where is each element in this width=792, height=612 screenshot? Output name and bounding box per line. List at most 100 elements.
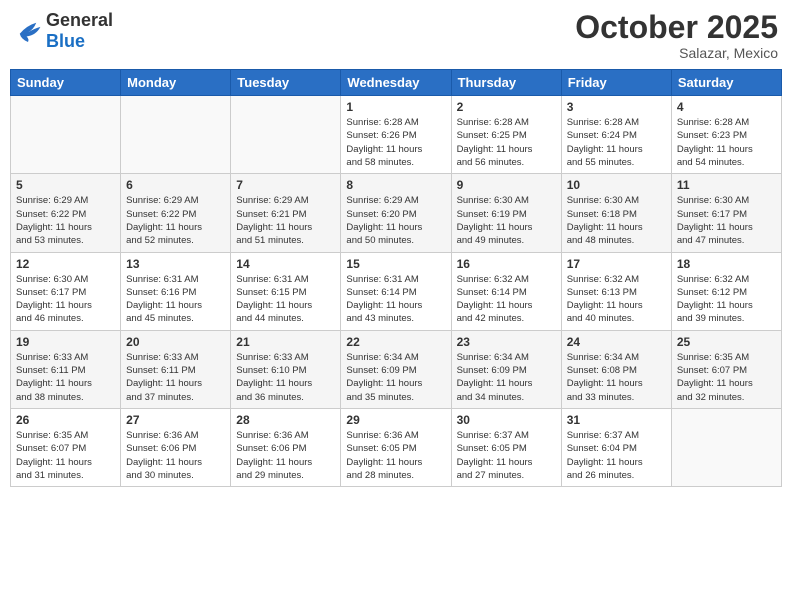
calendar-day-cell: 13 Sunrise: 6:31 AM Sunset: 6:16 PM Dayli… [121,252,231,330]
day-info: Sunrise: 6:29 AM Sunset: 6:21 PM Dayligh… [236,194,335,247]
calendar-day-cell: 5 Sunrise: 6:29 AM Sunset: 6:22 PM Daylig… [11,174,121,252]
weekday-header: Thursday [451,70,561,96]
calendar-day-cell: 21 Sunrise: 6:33 AM Sunset: 6:10 PM Dayli… [231,330,341,408]
calendar-day-cell [231,96,341,174]
calendar-day-cell: 14 Sunrise: 6:31 AM Sunset: 6:15 PM Dayli… [231,252,341,330]
day-number: 6 [126,178,225,192]
weekday-header: Saturday [671,70,781,96]
day-number: 31 [567,413,666,427]
day-number: 20 [126,335,225,349]
day-number: 27 [126,413,225,427]
day-info: Sunrise: 6:28 AM Sunset: 6:24 PM Dayligh… [567,116,666,169]
calendar-day-cell: 26 Sunrise: 6:35 AM Sunset: 6:07 PM Dayli… [11,408,121,486]
day-info: Sunrise: 6:35 AM Sunset: 6:07 PM Dayligh… [677,351,776,404]
day-info: Sunrise: 6:31 AM Sunset: 6:16 PM Dayligh… [126,273,225,326]
calendar-day-cell: 15 Sunrise: 6:31 AM Sunset: 6:14 PM Dayli… [341,252,451,330]
day-info: Sunrise: 6:29 AM Sunset: 6:20 PM Dayligh… [346,194,445,247]
day-info: Sunrise: 6:30 AM Sunset: 6:17 PM Dayligh… [16,273,115,326]
calendar-table: SundayMondayTuesdayWednesdayThursdayFrid… [10,69,782,487]
weekday-header: Monday [121,70,231,96]
day-number: 16 [457,257,556,271]
day-number: 1 [346,100,445,114]
weekday-header: Tuesday [231,70,341,96]
day-number: 11 [677,178,776,192]
day-info: Sunrise: 6:32 AM Sunset: 6:12 PM Dayligh… [677,273,776,326]
calendar-day-cell: 9Sunrise: 6:30 AM Sunset: 6:19 PM Daylig… [451,174,561,252]
day-info: Sunrise: 6:29 AM Sunset: 6:22 PM Dayligh… [126,194,225,247]
calendar-week-row: 19 Sunrise: 6:33 AM Sunset: 6:11 PM Dayli… [11,330,782,408]
calendar-week-row: 26 Sunrise: 6:35 AM Sunset: 6:07 PM Dayli… [11,408,782,486]
day-number: 18 [677,257,776,271]
day-number: 21 [236,335,335,349]
day-info: Sunrise: 6:30 AM Sunset: 6:18 PM Dayligh… [567,194,666,247]
day-info: Sunrise: 6:28 AM Sunset: 6:23 PM Dayligh… [677,116,776,169]
day-info: Sunrise: 6:35 AM Sunset: 6:07 PM Dayligh… [16,429,115,482]
calendar-day-cell: 29 Sunrise: 6:36 AM Sunset: 6:05 PM Dayli… [341,408,451,486]
calendar-day-cell: 18 Sunrise: 6:32 AM Sunset: 6:12 PM Dayli… [671,252,781,330]
day-number: 29 [346,413,445,427]
calendar-day-cell: 25 Sunrise: 6:35 AM Sunset: 6:07 PM Dayli… [671,330,781,408]
day-number: 13 [126,257,225,271]
day-info: Sunrise: 6:28 AM Sunset: 6:26 PM Dayligh… [346,116,445,169]
location-subtitle: Salazar, Mexico [575,45,778,61]
calendar-day-cell: 17 Sunrise: 6:32 AM Sunset: 6:13 PM Dayli… [561,252,671,330]
calendar-day-cell: 10 Sunrise: 6:30 AM Sunset: 6:18 PM Dayli… [561,174,671,252]
day-info: Sunrise: 6:37 AM Sunset: 6:04 PM Dayligh… [567,429,666,482]
calendar-day-cell: 22Sunrise: 6:34 AM Sunset: 6:09 PM Dayli… [341,330,451,408]
day-info: Sunrise: 6:37 AM Sunset: 6:05 PM Dayligh… [457,429,556,482]
day-number: 28 [236,413,335,427]
day-number: 4 [677,100,776,114]
day-info: Sunrise: 6:31 AM Sunset: 6:15 PM Dayligh… [236,273,335,326]
day-number: 15 [346,257,445,271]
day-info: Sunrise: 6:33 AM Sunset: 6:11 PM Dayligh… [16,351,115,404]
calendar-day-cell: 8 Sunrise: 6:29 AM Sunset: 6:20 PM Daylig… [341,174,451,252]
day-number: 3 [567,100,666,114]
calendar-day-cell: 16 Sunrise: 6:32 AM Sunset: 6:14 PM Dayli… [451,252,561,330]
day-info: Sunrise: 6:29 AM Sunset: 6:22 PM Dayligh… [16,194,115,247]
day-number: 5 [16,178,115,192]
day-number: 19 [16,335,115,349]
calendar-day-cell: 24Sunrise: 6:34 AM Sunset: 6:08 PM Dayli… [561,330,671,408]
calendar-day-cell: 12 Sunrise: 6:30 AM Sunset: 6:17 PM Dayli… [11,252,121,330]
day-info: Sunrise: 6:33 AM Sunset: 6:11 PM Dayligh… [126,351,225,404]
day-number: 26 [16,413,115,427]
day-info: Sunrise: 6:32 AM Sunset: 6:13 PM Dayligh… [567,273,666,326]
day-number: 14 [236,257,335,271]
weekday-header: Sunday [11,70,121,96]
day-info: Sunrise: 6:34 AM Sunset: 6:08 PM Dayligh… [567,351,666,404]
day-number: 25 [677,335,776,349]
calendar-day-cell: 1 Sunrise: 6:28 AM Sunset: 6:26 PM Daylig… [341,96,451,174]
day-number: 23 [457,335,556,349]
day-info: Sunrise: 6:28 AM Sunset: 6:25 PM Dayligh… [457,116,556,169]
calendar-day-cell: 2 Sunrise: 6:28 AM Sunset: 6:25 PM Daylig… [451,96,561,174]
day-number: 12 [16,257,115,271]
month-title: October 2025 [575,10,778,45]
calendar-day-cell: 28Sunrise: 6:36 AM Sunset: 6:06 PM Dayli… [231,408,341,486]
logo-text-blue: Blue [46,31,85,51]
calendar-day-cell: 31 Sunrise: 6:37 AM Sunset: 6:04 PM Dayli… [561,408,671,486]
day-info: Sunrise: 6:32 AM Sunset: 6:14 PM Dayligh… [457,273,556,326]
day-number: 17 [567,257,666,271]
day-number: 10 [567,178,666,192]
calendar-day-cell [121,96,231,174]
day-info: Sunrise: 6:31 AM Sunset: 6:14 PM Dayligh… [346,273,445,326]
calendar-day-cell [671,408,781,486]
calendar-week-row: 12 Sunrise: 6:30 AM Sunset: 6:17 PM Dayli… [11,252,782,330]
calendar-header-row: SundayMondayTuesdayWednesdayThursdayFrid… [11,70,782,96]
day-number: 2 [457,100,556,114]
day-number: 9 [457,178,556,192]
calendar-day-cell: 19 Sunrise: 6:33 AM Sunset: 6:11 PM Dayli… [11,330,121,408]
calendar-day-cell: 3 Sunrise: 6:28 AM Sunset: 6:24 PM Daylig… [561,96,671,174]
page-header: General Blue October 2025 Salazar, Mexic… [10,10,782,61]
weekday-header: Friday [561,70,671,96]
calendar-day-cell: 11Sunrise: 6:30 AM Sunset: 6:17 PM Dayli… [671,174,781,252]
calendar-day-cell: 6 Sunrise: 6:29 AM Sunset: 6:22 PM Daylig… [121,174,231,252]
day-info: Sunrise: 6:33 AM Sunset: 6:10 PM Dayligh… [236,351,335,404]
logo-text-general: General [46,10,113,30]
day-info: Sunrise: 6:34 AM Sunset: 6:09 PM Dayligh… [457,351,556,404]
calendar-day-cell: 27Sunrise: 6:36 AM Sunset: 6:06 PM Dayli… [121,408,231,486]
calendar-week-row: 5 Sunrise: 6:29 AM Sunset: 6:22 PM Daylig… [11,174,782,252]
day-info: Sunrise: 6:36 AM Sunset: 6:05 PM Dayligh… [346,429,445,482]
day-number: 8 [346,178,445,192]
calendar-day-cell: 4 Sunrise: 6:28 AM Sunset: 6:23 PM Daylig… [671,96,781,174]
